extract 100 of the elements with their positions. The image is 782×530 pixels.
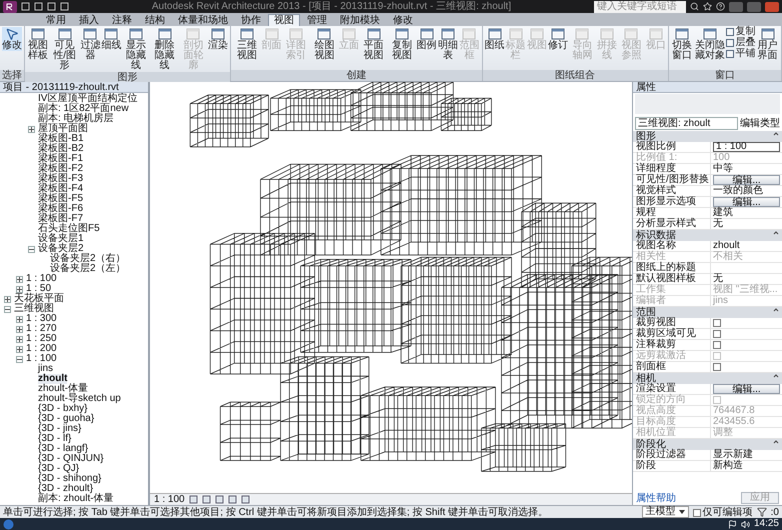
chevron-icon[interactable] <box>773 131 779 137</box>
flag-icon[interactable] <box>728 520 737 528</box>
tree-item[interactable]: 三维视图 <box>14 304 54 314</box>
ribbon-tool-button[interactable]: 用户界面 <box>756 27 779 61</box>
tree-item[interactable]: {3D - jins} <box>38 424 82 434</box>
tree-item[interactable]: zhoult-体量 <box>38 384 88 394</box>
tree-item[interactable]: 1 : 100 <box>26 354 57 364</box>
ribbon-tool-button[interactable]: 绘图视图 <box>310 27 338 61</box>
speaker-icon[interactable] <box>740 520 750 528</box>
tree-item[interactable]: 梁板图-F3 <box>38 174 83 184</box>
ribbon-tool-button[interactable]: 渲染 <box>208 27 228 51</box>
tree-item[interactable]: jins <box>38 364 54 374</box>
tree-item[interactable]: {3D - QINJUN} <box>38 454 104 464</box>
tree-item[interactable]: 石头走位图F5 <box>38 224 100 234</box>
edit-button[interactable]: 编辑... <box>713 197 780 207</box>
collapse-toggle[interactable] <box>28 246 35 252</box>
ribbon-small-button[interactable]: 复制 <box>726 27 756 37</box>
checkbox[interactable] <box>713 363 721 371</box>
close-button[interactable] <box>765 2 779 12</box>
ribbon-small-button[interactable]: 平铺 <box>726 49 756 59</box>
checkbox[interactable] <box>692 508 701 516</box>
tree-item[interactable]: 副本: zhoult-体量 <box>38 494 114 504</box>
search-icon[interactable] <box>690 2 699 11</box>
tree-item[interactable]: 天花板平面 <box>14 294 64 304</box>
edit-button[interactable]: 编辑... <box>713 384 780 394</box>
expand-toggle[interactable] <box>16 326 23 332</box>
group-header[interactable]: 阶段化 <box>633 439 782 450</box>
expand-toggle[interactable] <box>28 126 35 132</box>
collapse-toggle[interactable] <box>16 356 23 362</box>
maximize-button[interactable] <box>747 2 761 12</box>
chevron-icon[interactable] <box>773 230 779 236</box>
group-header[interactable]: 图形 <box>633 131 782 142</box>
tree-item[interactable]: 1 : 250 <box>26 334 57 344</box>
tree-item[interactable]: 1 : 50 <box>26 284 52 294</box>
chevron-icon[interactable] <box>773 307 779 313</box>
star-icon[interactable] <box>703 2 712 11</box>
expand-toggle[interactable] <box>16 316 23 322</box>
ribbon-tool-button[interactable]: 视图样板 <box>27 27 50 61</box>
tree-item[interactable]: 1 : 300 <box>26 314 57 324</box>
checkbox[interactable] <box>713 341 721 349</box>
chevron-icon[interactable] <box>773 373 779 379</box>
ribbon-tab[interactable]: 结构 <box>139 14 171 26</box>
help-link[interactable]: 属性帮助 <box>636 491 676 505</box>
tree-item[interactable]: 梁板图-F2 <box>38 164 83 174</box>
filter-icon[interactable] <box>756 507 767 517</box>
tree-item[interactable]: {3D - bxhy} <box>38 404 88 414</box>
workset-dropdown[interactable]: 主模型 <box>642 506 689 518</box>
ribbon-tool-button[interactable]: 显示隐藏线 <box>122 27 150 71</box>
tree-item[interactable]: 梁板图-F5 <box>38 194 83 204</box>
help-icon[interactable] <box>716 2 725 11</box>
ribbon-tool-button[interactable]: 可见性/图形 <box>50 27 80 71</box>
ribbon-tab[interactable]: 体量和场地 <box>172 14 234 26</box>
tree-item[interactable]: 梁板图-F1 <box>38 154 83 164</box>
tree-item[interactable]: zhoult <box>38 374 68 384</box>
tree-item[interactable]: 梁板图-F7 <box>38 214 83 224</box>
ribbon-tool-button[interactable]: 关闭隐藏对象 <box>694 27 726 61</box>
ribbon-tool-button[interactable]: 过滤器 <box>80 27 100 61</box>
modify-button[interactable]: 修改 <box>2 27 22 51</box>
tree-item[interactable]: 设备夹层2（右） <box>50 254 126 264</box>
checkbox[interactable] <box>713 330 721 338</box>
chevron-icon[interactable] <box>773 439 779 445</box>
ribbon-tab[interactable]: 注释 <box>106 14 138 26</box>
expand-toggle[interactable] <box>16 346 23 352</box>
tree-item[interactable]: 1 : 100 <box>26 274 57 284</box>
ribbon-tab[interactable]: 管理 <box>301 14 333 26</box>
tree-item[interactable]: 1 : 270 <box>26 324 57 334</box>
edit-button[interactable]: 编辑... <box>713 175 780 185</box>
ribbon-tab[interactable]: 插入 <box>73 14 105 26</box>
tree-item[interactable]: {3D - guoha} <box>38 414 94 424</box>
tree-item[interactable]: {3D - QJ} <box>38 464 80 474</box>
ribbon-tool-button[interactable]: 复制视图 <box>388 27 416 61</box>
ribbon-tool-button[interactable]: 明细表 <box>438 27 458 61</box>
tree-item[interactable]: {3D - shihong} <box>38 474 102 484</box>
expand-toggle[interactable] <box>16 336 23 342</box>
group-header[interactable]: 相机 <box>633 373 782 384</box>
checkbox[interactable] <box>713 319 721 327</box>
app-logo-icon[interactable] <box>3 0 17 12</box>
property-field[interactable]: 1 : 100 <box>713 142 780 152</box>
ribbon-tool-button[interactable]: 三维视图 <box>233 27 260 61</box>
view-scale[interactable]: 1 : 100 <box>154 494 185 505</box>
group-header[interactable]: 范围 <box>633 307 782 318</box>
tree-item[interactable]: {3D - zhoult} <box>38 484 94 494</box>
type-selector[interactable]: 三维视图: zhoult <box>635 116 738 130</box>
ribbon-tab[interactable]: 常用 <box>40 14 72 26</box>
ribbon-tool-button[interactable]: 平面视图 <box>360 27 388 61</box>
tree-item[interactable]: 设备夹层1 <box>38 234 84 244</box>
ribbon-tool-button[interactable]: 图纸 <box>484 27 505 51</box>
tree-item[interactable]: {3D - langf} <box>38 444 88 454</box>
expand-toggle[interactable] <box>16 276 23 282</box>
tree-item[interactable]: 1 : 200 <box>26 344 57 354</box>
ribbon-tab[interactable]: 附加模块 <box>334 14 386 26</box>
tree-item[interactable]: 设备夹层2（左） <box>50 264 126 274</box>
ribbon-tool-button[interactable]: 图例 <box>416 27 437 51</box>
ribbon-small-button[interactable]: 层叠 <box>726 38 756 48</box>
ribbon-tool-button[interactable]: 修订 <box>548 27 568 51</box>
tree-item[interactable]: 副本: 电梯机房层 <box>38 114 114 124</box>
expand-toggle[interactable] <box>4 296 11 302</box>
collapse-toggle[interactable] <box>4 306 11 312</box>
ribbon-tab[interactable]: 视图 <box>268 14 300 26</box>
tree-item[interactable]: 设备夹层2 <box>38 244 84 254</box>
